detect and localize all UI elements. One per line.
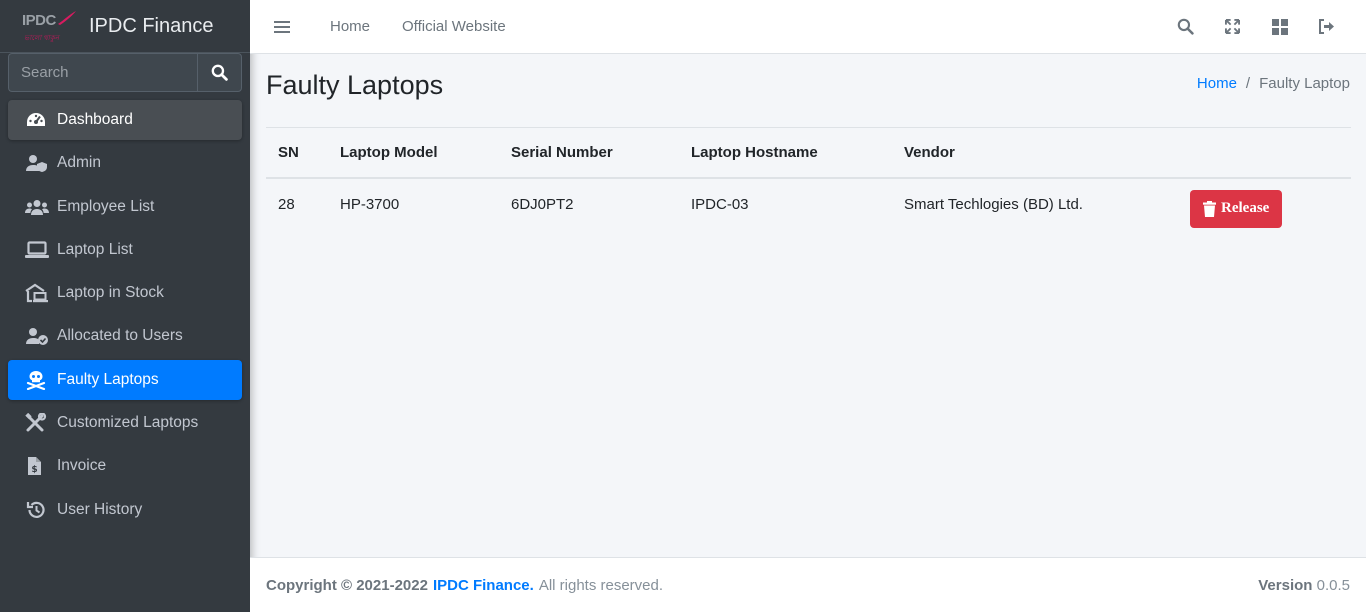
footer-brand-link[interactable]: IPDC Finance. (433, 577, 534, 594)
search-button[interactable] (197, 53, 242, 92)
sidebar-item-user-history[interactable]: User History (8, 490, 242, 530)
user-shield-icon (25, 153, 49, 173)
footer-copyright: Copyright © 2021-2022 (266, 576, 428, 594)
tachometer-icon (25, 110, 49, 130)
sidebar-item-label: Allocated to Users (57, 327, 183, 345)
footer-version-label: Version (1258, 576, 1313, 594)
history-icon (25, 500, 49, 520)
cell-sn: 28 (278, 195, 295, 213)
fullscreen-expand-icon[interactable] (1209, 12, 1256, 42)
trash-icon (1203, 200, 1216, 217)
sidebar-search (8, 53, 242, 93)
column-header-action (1178, 127, 1351, 179)
sidebar-item-invoice[interactable]: $ Invoice (8, 446, 242, 486)
footer-version: Version 0.0.5 (1258, 577, 1350, 594)
user-check-icon (25, 326, 49, 346)
logo-swoosh-icon (58, 11, 76, 25)
logo-text: IPDC (22, 12, 56, 29)
cell-laptop-model: HP-3700 (340, 195, 400, 213)
sidebar-item-label: Customized Laptops (57, 414, 199, 432)
navbar-search-icon[interactable] (1162, 12, 1209, 42)
sidebar-item-label: Faulty Laptops (57, 370, 159, 388)
release-button-label: Release (1221, 200, 1270, 216)
users-icon (25, 197, 49, 217)
brand-logo: IPDC ভালো থাকুন (20, 8, 80, 44)
sidebar-item-admin[interactable]: Admin (8, 143, 242, 183)
column-header-serial-number: Serial Number (499, 127, 679, 179)
sidebar-item-allocated-to-users[interactable]: Allocated to Users (8, 316, 242, 356)
column-header-sn: SN (266, 127, 328, 179)
sidebar-item-laptop-list[interactable]: Laptop List (8, 230, 242, 270)
sidebar-item-label: Admin (57, 154, 101, 172)
file-invoice-icon: $ (25, 456, 49, 476)
faulty-laptops-table: SN Laptop Model Serial Number Laptop Hos… (266, 127, 1351, 230)
footer-rights: All rights reserved. (538, 576, 664, 594)
sidebar-item-customized-laptops[interactable]: Customized Laptops (8, 403, 242, 443)
table-row: 28 HP-3700 6DJ0PT2 IPDC-03 Smart Techlog… (266, 178, 1351, 230)
sidebar-item-label: Employee List (57, 197, 155, 215)
release-button[interactable]: Release (1190, 189, 1283, 228)
column-header-laptop-hostname: Laptop Hostname (679, 127, 892, 179)
breadcrumb-home-link[interactable]: Home (1197, 75, 1237, 92)
footer-version-number: 0.0.5 (1316, 576, 1350, 594)
sidebar-item-employee-list[interactable]: Employee List (8, 187, 242, 227)
laptop-icon (25, 240, 49, 260)
control-sidebar-grid-icon[interactable] (1256, 12, 1303, 42)
column-header-vendor: Vendor (892, 127, 1178, 179)
sidebar-item-label: Dashboard (57, 111, 133, 128)
brand-name: IPDC Finance (89, 14, 214, 37)
cell-serial-number: 6DJ0PT2 (511, 195, 574, 213)
nav-link-home[interactable]: Home (330, 18, 370, 35)
sidebar-item-label: User History (57, 500, 143, 518)
table-header-row: SN Laptop Model Serial Number Laptop Hos… (266, 127, 1351, 179)
svg-text:$: $ (31, 465, 37, 475)
faulty-laptops-table-wrap: SN Laptop Model Serial Number Laptop Hos… (266, 127, 1351, 230)
menu-toggle-icon[interactable] (274, 20, 296, 34)
search-input[interactable] (8, 53, 197, 92)
page-title: Faulty Laptops (266, 70, 444, 100)
search-icon (211, 64, 228, 81)
logo-tagline: ভালো থাকুন (24, 35, 59, 42)
breadcrumb: Home / Faulty Laptop (1197, 75, 1350, 92)
footer: Copyright © 2021-2022 IPDC Finance. All … (250, 557, 1366, 612)
content-header: Faulty Laptops Home / Faulty Laptop (266, 70, 1350, 110)
tools-icon (25, 413, 49, 433)
sidebar: IPDC ভালো থাকুন IPDC Finance Dashboard (0, 0, 250, 612)
top-navbar: Home Official Website (250, 0, 1366, 54)
brand-link[interactable]: IPDC ভালো থাকুন IPDC Finance (0, 0, 250, 53)
sidebar-item-laptop-in-stock[interactable]: Laptop in Stock (8, 273, 242, 313)
breadcrumb-current: Faulty Laptop (1259, 75, 1350, 92)
cell-action: Release (1178, 178, 1351, 230)
cell-laptop-hostname: IPDC-03 (691, 195, 749, 213)
skull-crossbones-icon (25, 370, 49, 390)
sidebar-item-label: Laptop List (57, 240, 133, 258)
cell-vendor: Smart Techlogies (BD) Ltd. (904, 195, 1083, 213)
sidebar-item-label: Laptop in Stock (57, 284, 164, 302)
sidebar-item-dashboard[interactable]: Dashboard (8, 100, 242, 140)
sidebar-item-label: Invoice (57, 457, 107, 475)
navbar-right (1162, 0, 1350, 53)
breadcrumb-separator: / (1245, 75, 1251, 92)
nav-link-official-website[interactable]: Official Website (402, 18, 506, 35)
sidebar-item-faulty-laptops[interactable]: Faulty Laptops (8, 359, 242, 400)
column-header-laptop-model: Laptop Model (328, 127, 499, 179)
sidebar-nav: Dashboard Admin Employee List Laptop Lis… (8, 100, 242, 533)
logout-icon[interactable] (1303, 12, 1350, 42)
warehouse-laptop-icon (25, 283, 49, 303)
